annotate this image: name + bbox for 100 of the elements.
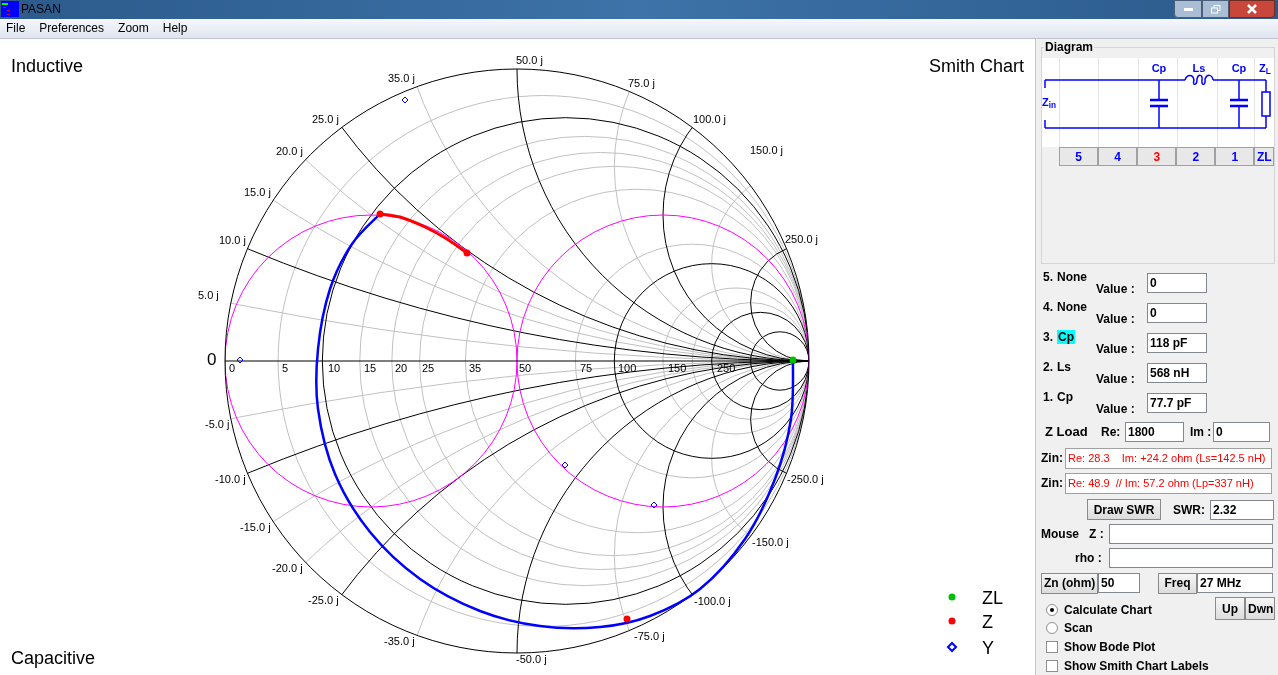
- reactance-label: 20.0 j: [276, 144, 303, 157]
- reactance-label: -50.0 j: [516, 652, 547, 665]
- zin-readout: Re: 48.9 // Im: 57.2 ohm (Lp=337 nH): [1065, 472, 1272, 494]
- resistance-label: 10: [328, 361, 341, 374]
- value-label: Value :: [1096, 371, 1136, 388]
- restore-button[interactable]: [1202, 0, 1229, 18]
- reactance-label: -35.0 j: [384, 634, 415, 647]
- menu-item[interactable]: Zoom: [118, 19, 149, 38]
- reactance-label: 5.0 j: [198, 288, 219, 301]
- component-number: 5.: [1043, 270, 1053, 284]
- chart-corner-label: Inductive: [11, 55, 84, 78]
- admittance-point: [561, 461, 569, 469]
- component-number: 2.: [1043, 360, 1053, 374]
- im-field[interactable]: 0: [1213, 422, 1270, 442]
- reactance-label: -150.0 j: [752, 535, 789, 548]
- reactance-label: 75.0 j: [628, 76, 655, 89]
- resistance-label: 100: [618, 361, 637, 374]
- value-field[interactable]: 0: [1147, 303, 1207, 323]
- resistance-label: 0: [229, 361, 236, 374]
- zin-readout: Re: 28.3 Im: +24.2 ohm (Ls=142.5 nH): [1065, 447, 1272, 469]
- checkbox[interactable]: [1046, 641, 1058, 653]
- group-title: Diagram: [1044, 40, 1095, 54]
- component-name: Ls: [1057, 360, 1072, 374]
- reactance-label: 35.0 j: [388, 71, 415, 84]
- load-point: [789, 356, 797, 364]
- reactance-label: 10.0 j: [219, 233, 246, 246]
- resistance-label: 50: [519, 361, 532, 374]
- input-label: Z$_{in}$: [1042, 95, 1057, 111]
- load-label: Z$_{L}$: [1259, 61, 1271, 77]
- zin-label: Zin:: [1041, 475, 1064, 492]
- checkbox-label: Show Bode Plot: [1064, 639, 1156, 656]
- value-field[interactable]: 118 pF: [1147, 333, 1207, 353]
- minimize-button[interactable]: [1174, 0, 1202, 18]
- component-name: Cp: [1057, 330, 1075, 344]
- component-number: 4.: [1043, 300, 1053, 314]
- radio-label: Scan: [1064, 620, 1093, 637]
- component-name: Cp: [1057, 390, 1073, 404]
- legend-label: Z: [982, 611, 993, 632]
- value-label: Value :: [1096, 401, 1136, 418]
- zn-button[interactable]: Zn (ohm): [1041, 572, 1098, 594]
- position-button[interactable]: 2: [1176, 147, 1216, 166]
- component-number: 1.: [1043, 390, 1053, 404]
- step-button[interactable]: Dwn: [1245, 597, 1275, 620]
- radio-button[interactable]: [1046, 622, 1058, 634]
- value-label: Value :: [1096, 311, 1136, 328]
- swr-label: SWR:: [1173, 501, 1206, 519]
- admittance-point: [650, 501, 658, 509]
- close-icon: [1246, 4, 1258, 14]
- menu-item[interactable]: Help: [162, 19, 188, 38]
- value-field[interactable]: 77.7 pF: [1147, 393, 1207, 413]
- value-field[interactable]: 568 nH: [1147, 363, 1207, 383]
- step-button[interactable]: Up: [1215, 597, 1245, 620]
- menu-item[interactable]: File: [6, 19, 26, 38]
- rho-field[interactable]: [1109, 548, 1273, 568]
- position-button[interactable]: 5: [1059, 147, 1099, 166]
- legend-label: Y: [982, 637, 994, 658]
- reactance-label: -75.0 j: [634, 629, 665, 642]
- mouse-label: Mouse: [1041, 526, 1080, 543]
- rho-label: rho :: [1075, 550, 1103, 567]
- position-button[interactable]: 4: [1098, 147, 1138, 166]
- resistance-label: 75: [580, 361, 593, 374]
- component-name: None: [1057, 300, 1087, 314]
- reactance-label: -5.0 j: [205, 417, 230, 430]
- component-label: Cp: [1230, 61, 1248, 76]
- value-field[interactable]: 0: [1147, 273, 1207, 293]
- window-title: PASAN: [21, 1, 61, 19]
- zn-field[interactable]: 50: [1098, 573, 1140, 593]
- menu-item[interactable]: Preferences: [39, 19, 105, 38]
- reactance-label: 15.0 j: [244, 185, 271, 198]
- impedance-point: [376, 210, 384, 218]
- impedance-point: [463, 249, 471, 257]
- mouse-z-label: Z :: [1089, 526, 1105, 543]
- resistance-label: 15: [364, 361, 377, 374]
- im-label: Im :: [1190, 424, 1213, 441]
- component-name: None: [1057, 270, 1087, 284]
- resistance-label: 25: [422, 361, 435, 374]
- freq-button[interactable]: Freq: [1158, 572, 1197, 594]
- reactance-label: 25.0 j: [312, 112, 339, 125]
- checkbox[interactable]: [1046, 660, 1058, 672]
- admittance-point: [236, 356, 244, 364]
- re-field[interactable]: 1800: [1125, 422, 1184, 442]
- swr-field[interactable]: 2.32: [1210, 499, 1274, 520]
- reactance-label: -20.0 j: [272, 561, 303, 574]
- resistance-label: 35: [469, 361, 482, 374]
- restore-icon: [1210, 4, 1221, 14]
- draw-swr-button[interactable]: Draw SWR: [1087, 499, 1161, 520]
- position-button[interactable]: 1: [1215, 147, 1255, 166]
- position-button[interactable]: ZL: [1254, 147, 1275, 166]
- admittance-point: [401, 96, 409, 104]
- close-button[interactable]: [1229, 0, 1275, 18]
- mouse-z-field[interactable]: [1109, 524, 1273, 544]
- chart-title: Smith Chart: [928, 55, 1024, 78]
- reactance-label: 50.0 j: [516, 53, 543, 66]
- resistance-label: 20: [395, 361, 408, 374]
- freq-field[interactable]: 27 MHz: [1197, 573, 1273, 593]
- component-label: Ls: [1191, 61, 1207, 76]
- radio-button[interactable]: [1046, 604, 1058, 616]
- reactance-label: 250.0 j: [785, 232, 819, 245]
- re-label: Re:: [1101, 424, 1122, 441]
- zin-label: Zin:: [1041, 450, 1064, 467]
